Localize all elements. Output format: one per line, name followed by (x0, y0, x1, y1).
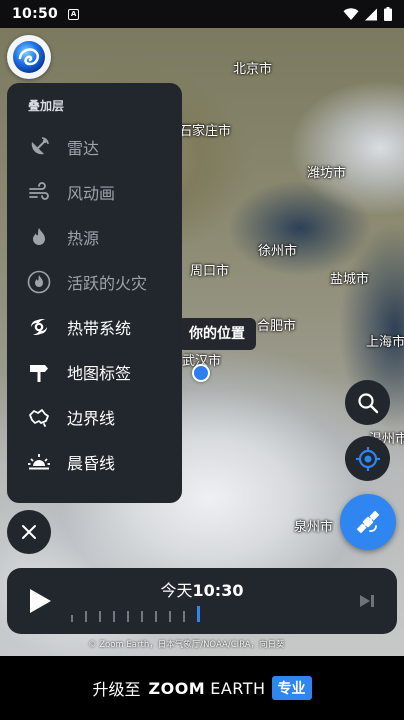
skip-to-latest-icon[interactable] (359, 593, 375, 609)
close-icon (22, 525, 36, 539)
city-label-shanghai: 上海市 (366, 335, 404, 350)
layer-tropical-systems[interactable]: 热带系统 (7, 304, 182, 349)
signpost-icon (26, 359, 52, 385)
notification-app-icon: A (68, 8, 80, 20)
upgrade-banner[interactable]: 升级至 ZOOM EARTH 专业 (0, 656, 404, 720)
satellite-layer-button[interactable] (340, 494, 396, 550)
layer-map-labels-label: 地图标签 (67, 363, 132, 383)
zoom-earth-logo-icon (13, 41, 45, 73)
timeline-scrubber[interactable] (71, 606, 211, 622)
upgrade-prefix: 升级至 (92, 680, 141, 699)
satellite-icon (356, 510, 380, 534)
layer-heat-sources[interactable]: 热源 (7, 214, 182, 259)
wifi-icon (343, 7, 359, 20)
layer-radar[interactable]: 雷达 (7, 124, 182, 169)
pro-badge: 专业 (271, 676, 312, 700)
layer-active-fires-label: 活跃的火灾 (67, 273, 148, 293)
current-location-marker[interactable] (192, 364, 210, 382)
layer-boundaries-label: 边界线 (67, 408, 116, 428)
hurricane-icon (26, 314, 52, 340)
active-fire-icon (26, 269, 52, 295)
timeline-bar: 今天10:30 (7, 568, 397, 634)
layer-day-night-terminator[interactable]: 晨昏线 (7, 439, 182, 484)
cellular-signal-icon (365, 8, 377, 20)
location-tooltip[interactable]: 你的位置 (178, 318, 256, 350)
search-icon (357, 392, 378, 413)
layer-day-night-terminator-label: 晨昏线 (67, 453, 116, 473)
city-label-shijiazhuang: 石家庄市 (179, 124, 232, 139)
sunrise-icon (26, 449, 52, 475)
battery-icon (384, 7, 392, 21)
status-bar: 10:50 A (0, 0, 404, 28)
city-label-xuzhou: 徐州市 (258, 244, 298, 259)
flame-icon (26, 224, 52, 250)
city-label-hefei: 合肥市 (257, 319, 297, 334)
layer-boundaries[interactable]: 边界线 (7, 394, 182, 439)
boundary-icon (26, 404, 52, 430)
time-day: 今天 (160, 581, 193, 600)
status-time: 10:50 (12, 6, 59, 22)
brand-earth: EARTH (210, 678, 266, 698)
search-button[interactable] (345, 380, 390, 425)
city-label-zhoukou: 周口市 (190, 264, 230, 279)
brand-zoom: ZOOM (148, 678, 206, 698)
city-label-yancheng: 盐城市 (330, 272, 370, 287)
wind-icon (26, 179, 52, 205)
current-time-label: 今天10:30 (7, 577, 397, 601)
layer-radar-label: 雷达 (67, 138, 100, 158)
layer-active-fires[interactable]: 活跃的火灾 (7, 259, 182, 304)
panel-title: 叠加层 (28, 99, 65, 113)
close-panel-button[interactable] (7, 510, 51, 554)
city-label-quanzhou: 泉州市 (294, 520, 334, 535)
zoom-earth-logo[interactable] (7, 35, 51, 79)
layer-wind-animation[interactable]: 风动画 (7, 169, 182, 214)
layer-wind-animation-label: 风动画 (67, 183, 116, 203)
city-label-beijing: 北京市 (233, 62, 273, 77)
status-icons (343, 7, 392, 21)
time-value: 10:30 (192, 581, 244, 600)
layer-heat-sources-label: 热源 (67, 228, 100, 248)
city-label-weifang: 潍坊市 (307, 166, 347, 181)
crosshair-location-icon (355, 446, 380, 471)
radar-icon (26, 134, 52, 160)
map-attribution: © Zoom Earth，日本气象厅/NOAA/CIRA，向日葵 (88, 640, 285, 650)
layer-tropical-systems-label: 热带系统 (67, 318, 132, 338)
layer-map-labels[interactable]: 地图标签 (7, 349, 182, 394)
overlay-layers-panel: 叠加层 雷达 风动画 热源 活跃的火灾 热带系统 地图标签 边界线 晨昏线 (7, 83, 182, 503)
my-location-button[interactable] (345, 436, 390, 481)
